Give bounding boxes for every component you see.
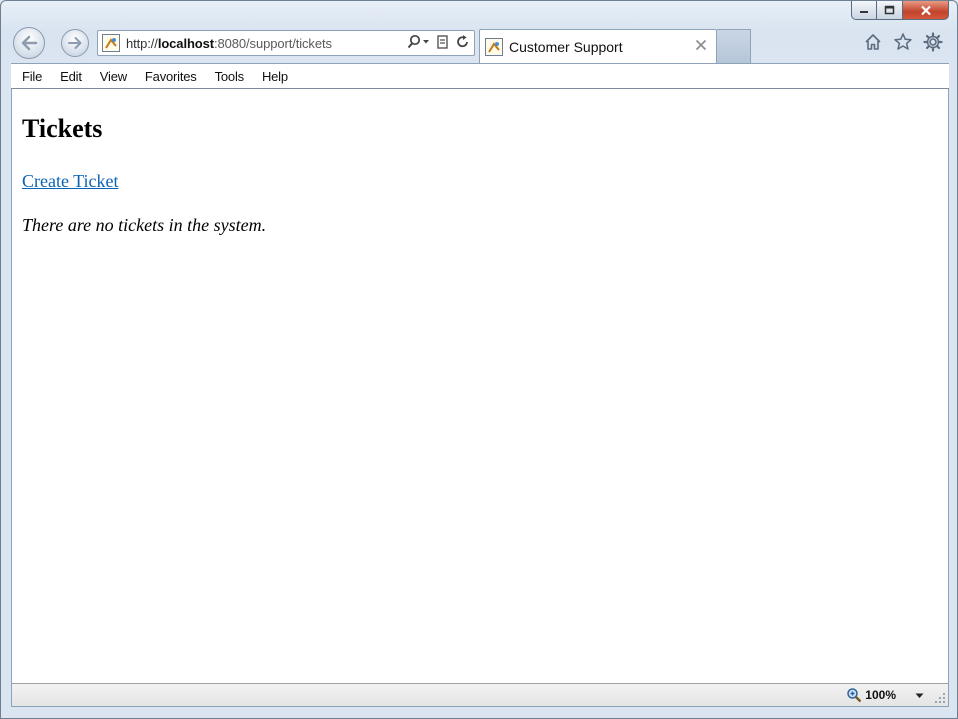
minimize-button[interactable]	[851, 1, 877, 20]
search-icon[interactable]	[406, 34, 430, 50]
address-bar[interactable]: http://localhost:8080/support/tickets	[97, 30, 475, 56]
zoom-control[interactable]: 100%	[846, 687, 896, 703]
minimize-icon	[860, 11, 868, 13]
back-arrow-icon	[21, 35, 38, 51]
resize-grip-icon[interactable]	[934, 692, 946, 704]
close-icon	[920, 5, 931, 15]
menu-tools[interactable]: Tools	[206, 69, 253, 84]
back-button[interactable]	[13, 27, 45, 59]
url-path: /support/tickets	[246, 35, 332, 51]
favorites-star-icon[interactable]	[893, 32, 913, 52]
create-ticket-link[interactable]: Create Ticket	[22, 171, 119, 192]
menu-view[interactable]: View	[91, 69, 136, 84]
close-window-button[interactable]	[903, 1, 949, 20]
forward-arrow-icon	[68, 37, 82, 49]
menu-bar: File Edit View Favorites Tools Help	[11, 63, 949, 89]
tab-favicon	[485, 37, 503, 56]
compatibility-view-icon[interactable]	[436, 34, 450, 50]
menu-file[interactable]: File	[11, 69, 51, 84]
address-bar-icons	[406, 34, 470, 50]
close-tab-icon[interactable]	[694, 38, 708, 52]
url-host: localhost	[157, 35, 214, 51]
restore-icon	[884, 5, 895, 15]
url-protocol: http://	[126, 35, 158, 51]
menu-edit[interactable]: Edit	[51, 69, 91, 84]
tab-customer-support[interactable]: Customer Support	[479, 29, 717, 63]
zoom-level: 100%	[865, 688, 896, 702]
refresh-icon[interactable]	[456, 34, 470, 50]
empty-state-message: There are no tickets in the system.	[22, 215, 267, 235]
home-icon[interactable]	[863, 32, 883, 52]
page-title: Tickets	[22, 114, 103, 143]
browser-toolbar-icons	[863, 32, 943, 52]
url-port: :8080	[214, 35, 247, 51]
forward-button[interactable]	[61, 29, 89, 57]
url-text: http://localhost:8080/support/tickets	[126, 36, 332, 51]
status-bar: 100%	[11, 683, 949, 707]
page-viewport: Tickets Create Ticket There are no ticke…	[11, 89, 949, 683]
browser-window: http://localhost:8080/support/tickets Cu…	[0, 0, 958, 719]
page-favicon	[102, 34, 120, 52]
menu-help[interactable]: Help	[253, 69, 297, 84]
menu-favorites[interactable]: Favorites	[136, 69, 206, 84]
window-caption-buttons	[851, 1, 949, 22]
zoom-magnifier-icon	[847, 688, 862, 703]
restore-button[interactable]	[877, 1, 903, 20]
new-tab-button[interactable]	[717, 29, 751, 63]
gear-icon[interactable]	[923, 32, 943, 52]
tab-title: Customer Support	[509, 38, 623, 55]
navigation-bar: http://localhost:8080/support/tickets Cu…	[1, 25, 957, 63]
dropdown-arrow-icon[interactable]	[915, 693, 924, 699]
